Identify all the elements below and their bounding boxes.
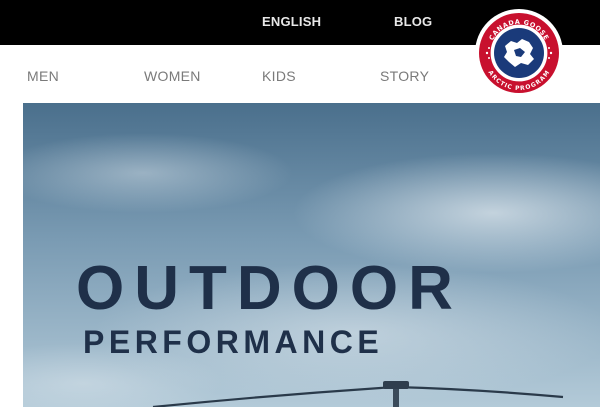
nav-item-kids[interactable]: KIDS <box>262 68 296 84</box>
language-selector[interactable]: ENGLISH <box>262 14 321 29</box>
nav-item-men[interactable]: MEN <box>27 68 59 84</box>
hero-subheadline: PERFORMANCE <box>83 324 384 360</box>
nav-item-women[interactable]: WOMEN <box>144 68 201 84</box>
hero-headline: OUTDOOR <box>76 254 463 323</box>
hero-banner[interactable]: OUTDOOR PERFORMANCE <box>23 103 600 407</box>
blog-link[interactable]: BLOG <box>394 14 432 29</box>
nav-item-story[interactable]: STORY <box>380 68 429 84</box>
brand-logo[interactable]: CANADA GOOSE ARCTIC PROGRAM <box>474 8 564 98</box>
